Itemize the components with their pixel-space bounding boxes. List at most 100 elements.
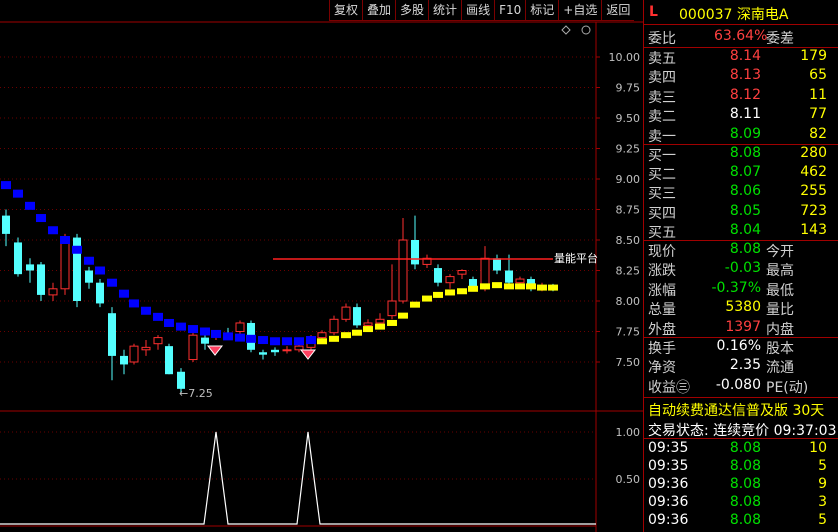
sell-label: 卖一 [648,128,676,145]
trend-dot-yellow [410,301,420,308]
tick-price: 8.08 [729,494,761,510]
fundamental-row[interactable]: 收益㊂ -0.080 PE(动) [644,377,838,396]
fundamental-row[interactable]: 净资 2.35 流通 [644,357,838,376]
stat-label: 净资 [648,360,676,377]
trend-dot-blue [176,322,186,331]
stat-row[interactable]: 涨跌 -0.03 最高 [644,260,838,279]
stat-label: 收益㊂ [648,379,690,396]
tick-time: 09:35 [648,440,689,456]
settings-icon[interactable] [581,25,591,35]
stat-label-2: PE(动) [766,379,809,396]
sell-order-row[interactable]: 卖四 8.13 65 [644,67,838,86]
gem-icon [206,345,224,356]
trend-dot-yellow [387,319,397,326]
stat-label-2: 股本 [766,341,794,357]
candle-body [26,264,34,271]
indicator-line [0,431,596,525]
stat-label-2: 最高 [766,263,794,280]
buy-order-row[interactable]: 买四 8.05 723 [644,203,838,222]
indicator-tick-label: 0.50 [616,473,641,486]
kline-chart[interactable]: 10.00 9.75 9.50 9.25 9.00 8.75 8.50 8.25 8.00 7.7… [0,0,643,532]
trend-dot-blue [119,289,129,298]
stat-value: -0.080 [715,376,761,393]
trend-dot-blue [200,327,210,336]
buy-order-row[interactable]: 买二 8.07 462 [644,164,838,183]
sell-order-row[interactable]: 卖三 8.12 11 [644,87,838,106]
trend-dot-blue [1,181,11,190]
buy-order-row[interactable]: 买五 8.04 143 [644,222,838,241]
sell-order-row[interactable]: 卖五 8.14 179 [644,48,838,67]
candle-body [375,318,385,324]
tick-row[interactable]: 09:36 8.08 9 [644,476,838,495]
candle-body [48,288,58,296]
tick-row[interactable]: 09:35 8.08 5 [644,458,838,477]
trend-dot-yellow [526,283,536,290]
sell-price: 8.14 [729,48,761,64]
buy-price: 8.05 [729,202,761,219]
trend-dot-blue [164,318,174,327]
candle-body [282,349,292,352]
promo-banner[interactable]: 自动续费通达信普及版 30天 [648,400,838,419]
stat-value: 5380 [725,299,761,316]
trend-dot-blue [72,245,82,254]
trend-dot-yellow [504,283,514,290]
trend-dot-yellow [548,284,558,291]
trend-dot-blue [107,278,117,287]
buy-label: 买三 [648,186,676,203]
stat-row[interactable]: 涨幅 -0.37% 最低 [644,280,838,299]
tick-volume: 3 [818,494,827,510]
trend-dot-blue [13,189,23,198]
stat-label: 换手 [648,341,676,357]
candle-body [294,345,304,351]
candle-body [329,318,339,334]
trend-dot-blue [141,306,151,315]
tick-row[interactable]: 09:35 8.08 10 [644,440,838,459]
price-tick-label: 8.50 [616,234,641,247]
candle-body [493,258,501,271]
trade-status: 交易状态: 连续竞价 09:37:03 [648,423,837,439]
candle-body [259,352,267,355]
tick-row[interactable]: 09:36 8.08 5 [644,512,838,531]
trend-dot-blue [282,337,292,346]
stock-code-name[interactable]: 000037 深南电A [679,4,788,24]
trend-dot-yellow [341,332,351,339]
buy-order-row[interactable]: 买三 8.06 255 [644,183,838,202]
stat-row[interactable]: 现价 8.08 今开 [644,241,838,260]
trend-dot-yellow [480,283,490,290]
trend-dot-yellow [492,282,502,289]
tick-volume: 5 [818,458,827,474]
price-tick-label: 9.25 [616,143,641,156]
stat-label-2: 量比 [766,302,794,319]
buy-price: 8.07 [729,164,761,181]
tick-time: 09:36 [648,476,689,492]
stat-row[interactable]: 外盘 1397 内盘 [644,319,838,338]
trend-dot-yellow [398,312,408,319]
sell-order-row[interactable]: 卖二 8.11 77 [644,106,838,125]
price-tick-label: 9.50 [616,112,641,125]
sell-price: 8.12 [729,86,761,103]
stat-value: 0.16% [716,338,761,354]
trend-dot-yellow [329,335,339,342]
trend-dot-blue [211,329,221,338]
candle-body [2,215,10,234]
fundamental-row[interactable]: 换手 0.16% 股本 [644,338,838,357]
candle-body [235,322,245,332]
price-tick-label: 8.25 [616,265,641,278]
market-flag: L [649,4,658,20]
indicator-subchart: 1.00 0.50 [0,426,641,525]
buy-label: 买一 [648,148,676,164]
volume-platform-label: 量能平台 [554,251,598,265]
buy-order-row[interactable]: 买一 8.08 280 [644,145,838,164]
buy-label: 买五 [648,224,676,241]
candle-body [271,349,279,353]
candle-body [165,346,173,375]
candle-body [96,282,104,304]
stat-row[interactable]: 总量 5380 量比 [644,299,838,318]
tick-row[interactable]: 09:36 8.08 3 [644,494,838,513]
trend-dot-yellow [352,329,362,336]
sell-order-row[interactable]: 卖一 8.09 82 [644,126,838,145]
quote-panel: L 000037 深南电A 委比 63.64% 委差 卖五 8.14 179 卖四 8.… [643,0,838,532]
trend-dot-blue [306,336,316,345]
stat-label-2: 流通 [766,360,794,377]
sell-volume: 179 [800,48,827,64]
